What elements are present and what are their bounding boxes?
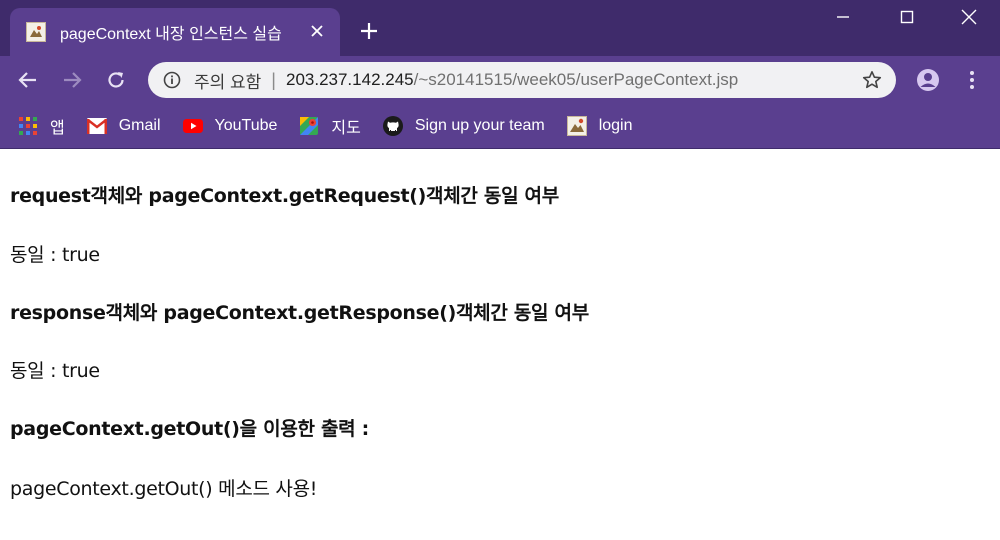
github-icon xyxy=(382,116,403,136)
plus-icon[interactable] xyxy=(356,18,382,44)
bookmark-apps[interactable]: 앱 xyxy=(18,111,65,141)
info-icon[interactable] xyxy=(162,70,182,90)
response-comparison-heading: response객체와 pageContext.getResponse()객체간… xyxy=(10,302,589,324)
forward-arrow-icon[interactable] xyxy=(58,66,86,94)
bookmark-label: 앱 xyxy=(50,120,65,137)
youtube-icon xyxy=(182,116,203,136)
bookmark-label: 지도 xyxy=(331,120,361,137)
url-host: 203.237.142.245 xyxy=(285,70,414,89)
page-favicon-icon xyxy=(26,22,46,42)
address-bar[interactable]: 주의 요함 | 203.237.142.245/~s20141515/week0… xyxy=(148,62,896,98)
maximize-icon[interactable] xyxy=(884,4,930,30)
bookmark-github[interactable]: Sign up your team xyxy=(382,111,545,141)
request-comparison-heading: request객체와 pageContext.getRequest()객체간 동… xyxy=(10,185,559,207)
reload-icon[interactable] xyxy=(102,66,130,94)
request-comparison-result: 동일 : true xyxy=(10,244,100,266)
bookmark-label: Gmail xyxy=(118,117,161,134)
bookmark-maps[interactable]: 지도 xyxy=(299,111,361,141)
browser-toolbar: 주의 요함 | 203.237.142.245/~s20141515/week0… xyxy=(0,56,1000,104)
browser-titlebar: pageContext 내장 인스턴스 실습 xyxy=(0,0,1000,56)
profile-avatar-icon[interactable] xyxy=(914,66,942,94)
gmail-icon xyxy=(86,116,107,136)
security-label: 주의 요함 xyxy=(194,72,262,92)
bookmark-youtube[interactable]: YouTube xyxy=(182,111,278,141)
bookmark-label: login xyxy=(598,117,633,134)
maps-icon xyxy=(299,116,319,136)
minimize-icon[interactable] xyxy=(820,4,866,30)
url-path: /~s20141515/week05/userPageContext.jsp xyxy=(413,70,739,89)
bookmark-label: Sign up your team xyxy=(414,117,545,134)
close-icon[interactable] xyxy=(308,22,326,40)
menu-kebab-icon[interactable] xyxy=(958,66,986,94)
apps-grid-icon xyxy=(18,116,38,136)
page-favicon-icon xyxy=(566,116,587,136)
getout-output-heading: pageContext.getOut()을 이용한 출력 : xyxy=(10,418,369,440)
bookmark-label: YouTube xyxy=(214,117,278,134)
back-arrow-icon[interactable] xyxy=(14,66,42,94)
response-comparison-result: 동일 : true xyxy=(10,360,100,382)
url-text: 203.237.142.245/~s20141515/week05/userPa… xyxy=(286,70,738,90)
close-icon[interactable] xyxy=(946,4,992,30)
bookmark-login[interactable]: login xyxy=(566,111,633,141)
getout-output-text: pageContext.getOut() 메소드 사용! xyxy=(10,478,318,500)
bookmark-gmail[interactable]: Gmail xyxy=(86,111,161,141)
browser-tab[interactable]: pageContext 내장 인스턴스 실습 xyxy=(10,8,340,56)
tab-title: pageContext 내장 인스턴스 실습 xyxy=(60,26,282,43)
bookmarks-bar: 앱 Gmail YouTube 지도 Sign up your team log… xyxy=(0,104,1000,149)
omnibox-separator: | xyxy=(271,69,276,90)
bookmark-star-icon[interactable] xyxy=(862,70,882,90)
